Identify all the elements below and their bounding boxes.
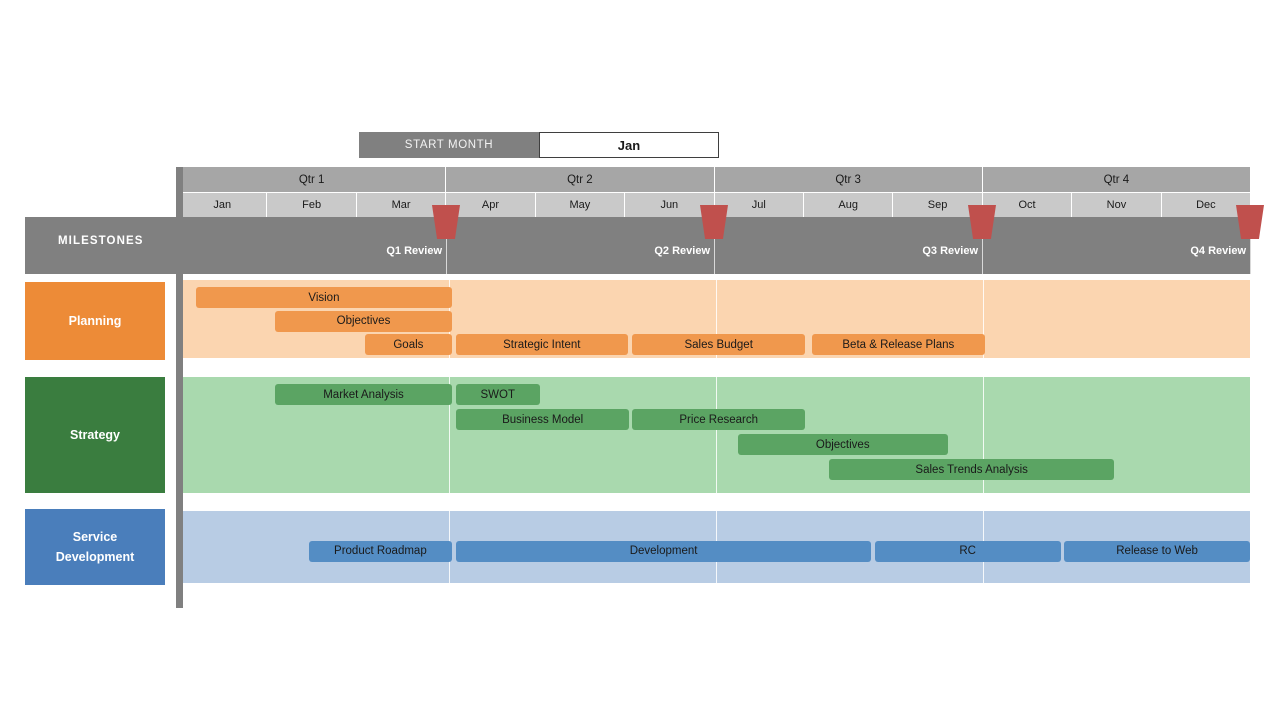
month-cell-jan: Jan: [178, 192, 268, 217]
milestone-label: Q1 Review: [386, 245, 442, 257]
task-bar[interactable]: SWOT: [455, 384, 540, 405]
month-cell-nov: Nov: [1072, 192, 1162, 217]
timeline-axis-spine: [176, 167, 183, 608]
milestones-track: Q1 Review Q2 Review Q3 Review Q4 Review: [178, 205, 1264, 274]
task-bar[interactable]: Objectives: [275, 310, 452, 332]
milestones-title: MILESTONES: [58, 235, 144, 247]
start-month-label: START MONTH: [359, 132, 539, 158]
milestone-label: Q3 Review: [922, 245, 978, 257]
task-bar[interactable]: Beta & Release Plans: [811, 334, 986, 355]
month-cell-may: May: [535, 192, 626, 217]
milestone-flag-icon: [1236, 205, 1264, 239]
lane-label-strategy[interactable]: Strategy: [25, 377, 165, 493]
lane-label-text: Development: [55, 550, 135, 564]
task-bar[interactable]: Sales Trends Analysis: [829, 459, 1114, 480]
milestones-band: MILESTONES Q1 Review Q2 Review Q3 Review Q4…: [25, 205, 1264, 274]
quarter-row: Qtr 1 Qtr 2 Qtr 3 Qtr 4: [178, 167, 1250, 192]
quarter-cell-3: Qtr 3: [714, 167, 983, 192]
lane-label-text: Planning: [68, 314, 122, 328]
quarter-cell-4: Qtr 4: [982, 167, 1250, 192]
start-month-control: START MONTH Jan: [359, 132, 719, 158]
quarter-cell-1: Qtr 1: [178, 167, 447, 192]
quarter-cell-2: Qtr 2: [446, 167, 715, 192]
task-bar[interactable]: Strategic Intent: [455, 334, 628, 355]
month-cell-apr: Apr: [446, 192, 536, 217]
task-bar[interactable]: Development: [455, 540, 872, 562]
lane-label-service-development[interactable]: Service Development: [25, 509, 165, 585]
task-bar[interactable]: Market Analysis: [275, 384, 452, 405]
milestone-label: Q2 Review: [654, 245, 710, 257]
task-bar[interactable]: Goals: [365, 334, 452, 355]
month-cell-oct: Oct: [982, 192, 1073, 217]
lane-label-text: Strategy: [69, 428, 121, 442]
month-cell-mar: Mar: [356, 192, 447, 217]
month-cell-dec: Dec: [1161, 192, 1251, 217]
month-cell-jun: Jun: [625, 192, 715, 217]
month-cell-feb: Feb: [267, 192, 357, 217]
task-bar[interactable]: Product Roadmap: [309, 540, 452, 562]
milestone-flag-icon: [700, 205, 728, 239]
start-month-input[interactable]: Jan: [539, 132, 719, 158]
lane-label-text: Service: [72, 530, 118, 544]
lane-grid-quarter: [984, 280, 1250, 358]
task-bar[interactable]: Price Research: [632, 409, 806, 430]
month-cell-jul: Jul: [714, 192, 804, 217]
lane-label-planning[interactable]: Planning: [25, 282, 165, 360]
task-bar[interactable]: Business Model: [455, 409, 630, 430]
milestone-flag-icon: [968, 205, 996, 239]
task-bar[interactable]: Release to Web: [1064, 540, 1250, 562]
task-bar[interactable]: Vision: [196, 287, 452, 308]
milestone-label: Q4 Review: [1190, 245, 1246, 257]
milestone-flag-icon: [432, 205, 460, 239]
task-bar[interactable]: Objectives: [737, 434, 948, 455]
task-bar[interactable]: Sales Budget: [632, 334, 806, 355]
task-bar[interactable]: RC: [874, 540, 1061, 562]
timeline-roadmap-canvas: START MONTH Jan Qtr 1 Qtr 2 Qtr 3 Qtr 4 Jan…: [0, 0, 1280, 720]
month-cell-aug: Aug: [803, 192, 894, 217]
